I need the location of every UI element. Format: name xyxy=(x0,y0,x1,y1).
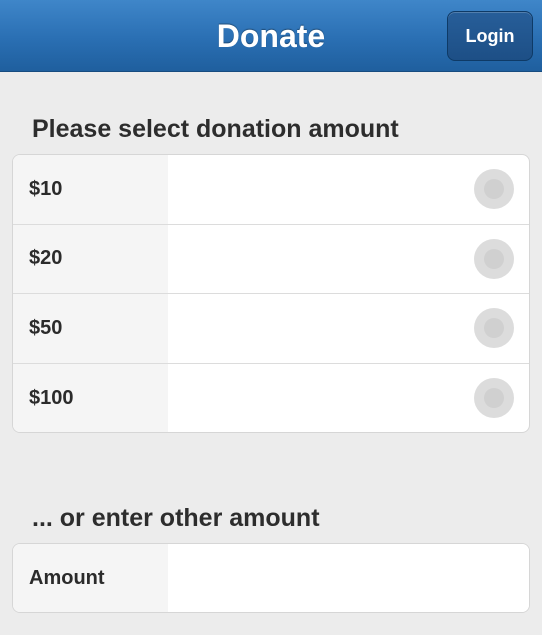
amount-input[interactable] xyxy=(168,544,529,612)
radio-dot-icon xyxy=(484,179,504,200)
donation-option-100[interactable]: $100 xyxy=(13,363,529,432)
amount-label: Amount xyxy=(13,544,168,612)
radio-dot-icon xyxy=(484,248,504,269)
radio-dot-icon xyxy=(484,388,504,409)
radio-button[interactable] xyxy=(474,238,514,279)
donation-options-list: $10 $20 $50 $100 xyxy=(12,154,530,433)
donation-option-label: $20 xyxy=(13,224,168,293)
other-amount-heading: ... or enter other amount xyxy=(32,504,320,532)
donation-option-label: $100 xyxy=(13,363,168,432)
radio-button[interactable] xyxy=(474,378,514,419)
other-amount-group: Amount xyxy=(12,543,530,613)
donation-option-20[interactable]: $20 xyxy=(13,224,529,294)
radio-dot-icon xyxy=(484,318,504,339)
donation-amount-heading: Please select donation amount xyxy=(32,115,399,143)
donation-option-50[interactable]: $50 xyxy=(13,294,529,364)
amount-row: Amount xyxy=(13,544,529,612)
donation-option-label: $10 xyxy=(13,155,168,224)
donation-option-label: $50 xyxy=(13,294,168,363)
donation-option-10[interactable]: $10 xyxy=(13,155,529,225)
login-button[interactable]: Login xyxy=(447,11,533,61)
header-bar: Donate Login xyxy=(0,0,542,72)
radio-button[interactable] xyxy=(474,308,514,349)
radio-button[interactable] xyxy=(474,169,514,210)
